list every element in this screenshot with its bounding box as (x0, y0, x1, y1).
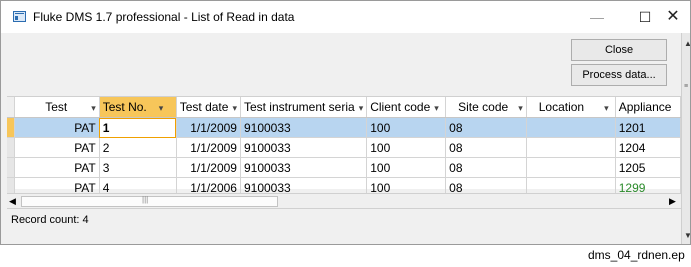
dropdown-arrow-icon[interactable]: ▾ (232, 103, 237, 113)
column-header-test[interactable]: Test ▾ (14, 97, 100, 118)
column-label: Appliance (618, 100, 672, 114)
vertical-scrollbar[interactable]: ▲ ≡ ▼ (681, 33, 690, 244)
column-header-client-code[interactable]: Client code ▾ (366, 97, 447, 118)
cell-site-code[interactable]: 08 (445, 137, 527, 158)
cell-appliance[interactable]: 1205 (615, 157, 682, 178)
scroll-right-icon[interactable]: ▶ (669, 194, 676, 208)
cell-appliance[interactable]: 1204 (615, 137, 682, 158)
dropdown-arrow-icon[interactable]: ▾ (159, 103, 164, 113)
cell-client-code[interactable]: 100 (366, 117, 447, 138)
cell-location[interactable] (526, 157, 616, 178)
process-data-button[interactable]: Process data... (571, 64, 667, 86)
cell-test[interactable]: PAT (14, 157, 100, 178)
cell-test[interactable]: PAT (14, 117, 100, 138)
record-count: Record count: 4 (11, 214, 89, 226)
cell-location[interactable] (526, 117, 616, 138)
column-label: Test instrument seria (243, 100, 355, 114)
dropdown-arrow-icon[interactable]: ▾ (604, 103, 609, 113)
table-row[interactable]: PAT 1 1/1/2009 9100033 100 08 1201 (7, 117, 682, 138)
toolbar-area: Close Process data... (1, 33, 690, 95)
cell-client-code[interactable]: 100 (366, 137, 447, 158)
dropdown-arrow-icon[interactable]: ▾ (434, 103, 439, 113)
thumb-grip-icon: ||| (142, 195, 149, 204)
row-selector[interactable] (7, 117, 16, 138)
column-label: Test date (179, 100, 229, 114)
cell-instrument-serial[interactable]: 9100033 (240, 137, 368, 158)
scroll-thumb[interactable]: ||| (21, 195, 278, 207)
column-header-test-no[interactable]: Test No. ▾ (99, 97, 177, 118)
column-label: Location (538, 100, 585, 114)
header-row: Test ▾ Test No. ▾ Test date ▾ Test instrume… (7, 97, 682, 118)
close-window-button[interactable]: ✕ (653, 1, 690, 33)
read-in-data-table: Test ▾ Test No. ▾ Test date ▾ Test instrume… (7, 97, 682, 198)
cell-test[interactable]: PAT (14, 137, 100, 158)
cell-site-code[interactable]: 08 (445, 117, 527, 138)
cell-test-date[interactable]: 1/1/2009 (176, 117, 241, 138)
data-grid: Test ▾ Test No. ▾ Test date ▾ Test instrume… (7, 96, 682, 198)
cell-site-code[interactable]: 08 (445, 157, 527, 178)
column-header-test-date[interactable]: Test date ▾ (176, 97, 241, 118)
close-button[interactable]: Close (571, 39, 667, 61)
dropdown-arrow-icon[interactable]: ▾ (518, 103, 523, 113)
scroll-up-icon[interactable]: ▲ (684, 39, 690, 48)
cell-instrument-serial[interactable]: 9100033 (240, 117, 368, 138)
column-header-appliance[interactable]: Appliance (615, 97, 682, 118)
cell-instrument-serial[interactable]: 9100033 (240, 157, 368, 178)
column-header-location[interactable]: Location ▾ (526, 97, 616, 118)
column-label: Test (45, 100, 68, 114)
cell-test-no[interactable]: 3 (99, 157, 177, 178)
app-icon (13, 11, 26, 22)
column-label: Client code (370, 100, 431, 114)
scroll-down-icon[interactable]: ▼ (684, 231, 690, 240)
cell-test-no[interactable]: 2 (99, 137, 177, 158)
select-all-corner[interactable] (7, 97, 16, 118)
dropdown-arrow-icon[interactable]: ▾ (91, 103, 96, 113)
cell-appliance[interactable]: 1201 (615, 117, 682, 138)
window-title: Fluke DMS 1.7 professional - List of Rea… (33, 10, 295, 24)
table-row[interactable]: PAT 2 1/1/2009 9100033 100 08 1204 (7, 137, 682, 158)
cell-test-date[interactable]: 1/1/2009 (176, 137, 241, 158)
minimize-button[interactable]: — (577, 1, 617, 33)
cell-location[interactable] (526, 137, 616, 158)
cell-test-date[interactable]: 1/1/2009 (176, 157, 241, 178)
table-row[interactable]: PAT 3 1/1/2009 9100033 100 08 1205 (7, 157, 682, 178)
column-label: Test No. (102, 100, 147, 114)
main-window: Fluke DMS 1.7 professional - List of Rea… (0, 0, 691, 245)
column-header-instrument-serial[interactable]: Test instrument seria ▾ (240, 97, 368, 118)
scroll-grip-icon: ≡ (684, 83, 689, 90)
figure-caption: dms_04_rdnen.ep (588, 248, 685, 262)
row-selector[interactable] (7, 137, 16, 158)
cell-client-code[interactable]: 100 (366, 157, 447, 178)
horizontal-scrollbar[interactable]: ◀ ||| ▶ (7, 193, 681, 209)
title-bar: Fluke DMS 1.7 professional - List of Rea… (1, 1, 690, 33)
column-header-site-code[interactable]: Site code ▾ (445, 97, 527, 118)
scroll-left-icon[interactable]: ◀ (9, 194, 16, 208)
dropdown-arrow-icon[interactable]: ▾ (359, 103, 364, 113)
column-label: Site code (458, 100, 509, 114)
row-selector[interactable] (7, 157, 16, 178)
cell-test-no[interactable]: 1 (99, 117, 177, 138)
